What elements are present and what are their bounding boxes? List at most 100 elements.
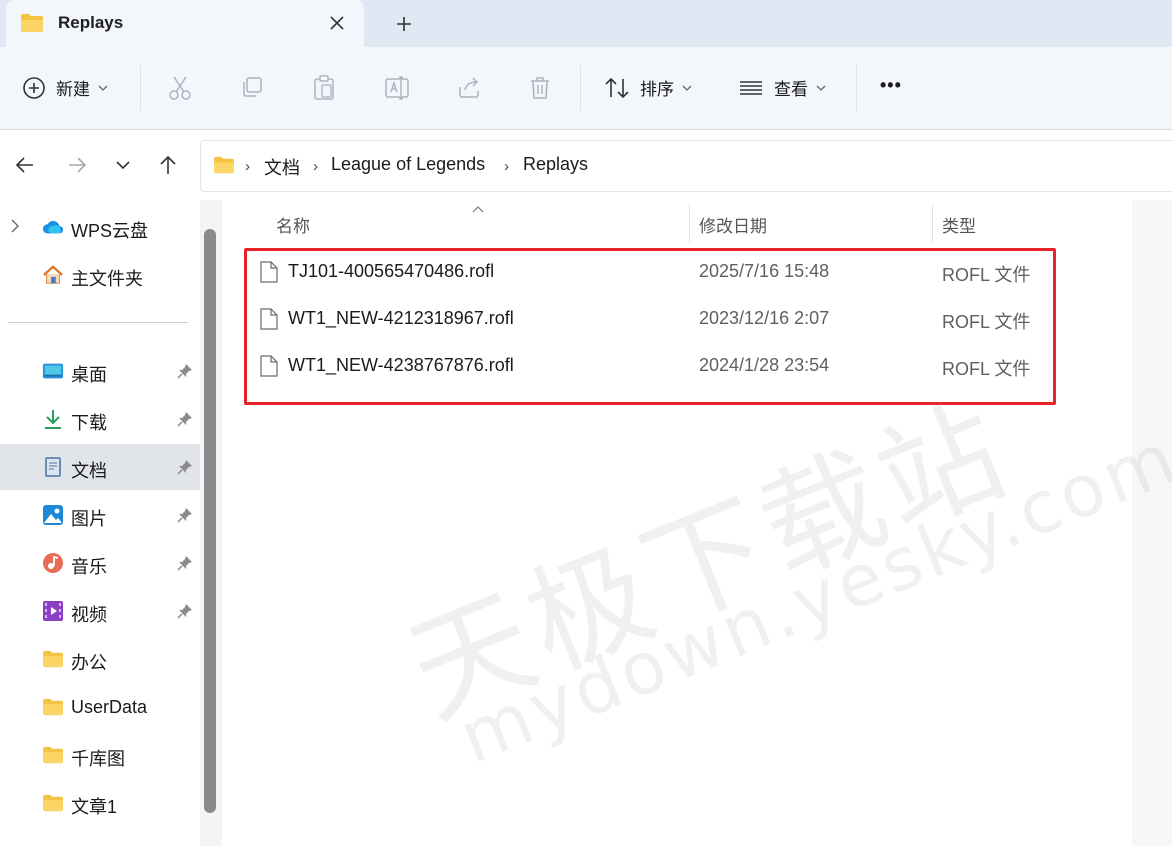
pictures-icon: [42, 504, 64, 526]
toolbar-divider: [580, 65, 581, 111]
sidebar-item-folder[interactable]: 千库图: [0, 732, 200, 778]
cloud-icon: [42, 216, 64, 238]
chevron-right-icon[interactable]: [10, 219, 20, 238]
sidebar-item-label: 下载: [71, 413, 107, 433]
sidebar-item-desktop[interactable]: 桌面: [0, 348, 200, 394]
add-circle-icon: [23, 76, 45, 99]
sidebar-item-label: 桌面: [71, 365, 107, 385]
home-icon: [42, 264, 64, 286]
breadcrumb-chevron-icon[interactable]: ›: [245, 158, 250, 175]
breadcrumb-replays[interactable]: Replays: [523, 154, 588, 175]
folder-icon: [42, 792, 64, 814]
column-header-name[interactable]: 名称: [276, 212, 310, 237]
close-icon: [330, 16, 344, 30]
arrow-up-icon: [160, 155, 176, 174]
paste-button[interactable]: [312, 75, 336, 101]
sidebar-item-label: 文档: [71, 461, 107, 481]
sort-button[interactable]: 排序: [604, 75, 692, 100]
desktop-icon: [42, 360, 64, 382]
column-divider[interactable]: [932, 204, 933, 242]
up-button[interactable]: [153, 150, 183, 180]
breadcrumb-chevron-icon[interactable]: ›: [313, 158, 318, 175]
back-button[interactable]: [10, 150, 40, 180]
navigation-bar: › 文档 › League of Legends › Replays: [0, 130, 1172, 200]
sidebar-item-videos[interactable]: 视频: [0, 588, 200, 634]
close-tab-button[interactable]: [324, 10, 350, 36]
chevron-down-icon: [816, 85, 826, 91]
rename-button[interactable]: [384, 75, 410, 101]
folder-icon: [42, 744, 64, 766]
plus-icon: [397, 17, 411, 31]
sidebar-item-label: 文章1: [71, 797, 118, 817]
column-header-type[interactable]: 类型: [942, 212, 976, 237]
new-label: 新建: [56, 80, 90, 99]
sort-label: 排序: [640, 80, 674, 99]
toolbar-divider: [856, 65, 857, 111]
clipboard-icon: [314, 75, 334, 100]
sidebar-item-music[interactable]: 音乐: [0, 540, 200, 586]
trash-icon: [531, 77, 549, 99]
more-options-button[interactable]: •••: [880, 75, 902, 96]
sidebar-item-home[interactable]: 主文件夹: [0, 252, 200, 298]
folder-icon: [20, 13, 44, 38]
sidebar-scrollbar-thumb[interactable]: [204, 229, 216, 813]
sidebar-item-label: WPS云盘: [71, 221, 149, 241]
sidebar-item-folder[interactable]: 文章1: [0, 780, 200, 826]
tab-replays[interactable]: Replays: [6, 0, 364, 47]
breadcrumb-league-of-legends[interactable]: League of Legends: [331, 154, 485, 175]
more-icon: •••: [880, 75, 902, 95]
pin-icon: [177, 411, 193, 432]
preview-pane-edge: [1132, 200, 1172, 846]
breadcrumb-documents[interactable]: 文档: [264, 154, 300, 180]
pin-icon: [177, 603, 193, 624]
sidebar-item-folder[interactable]: 办公: [0, 636, 200, 682]
highlight-box: [244, 248, 1056, 405]
share-button[interactable]: [456, 75, 482, 99]
forward-button[interactable]: [62, 150, 92, 180]
recent-locations-button[interactable]: [108, 150, 138, 180]
pin-icon: [177, 363, 193, 384]
sidebar-item-label: 音乐: [71, 557, 107, 577]
sort-icon: [605, 77, 629, 98]
chevron-down-icon: [98, 85, 108, 91]
rename-icon: [385, 76, 409, 100]
breadcrumb-chevron-icon[interactable]: ›: [504, 158, 509, 175]
view-button[interactable]: 查看: [738, 75, 826, 100]
view-list-icon: [740, 80, 762, 95]
sidebar-item-documents[interactable]: 文档: [0, 444, 200, 490]
sidebar-item-label: 图片: [71, 509, 107, 529]
copy-button[interactable]: [240, 75, 264, 99]
arrow-left-icon: [15, 157, 33, 173]
view-label: 查看: [774, 80, 808, 99]
share-icon: [459, 77, 479, 98]
folder-icon: [213, 156, 235, 179]
pin-icon: [177, 555, 193, 576]
new-button[interactable]: 新建: [22, 75, 108, 100]
sidebar-item-folder[interactable]: UserData: [0, 684, 200, 730]
folder-icon: [42, 696, 64, 718]
sort-ascending-icon: [472, 200, 484, 218]
videos-icon: [42, 600, 64, 622]
sidebar-item-label: 主文件夹: [71, 269, 143, 289]
pin-icon: [177, 507, 193, 528]
tab-title: Replays: [58, 13, 124, 32]
documents-icon: [42, 456, 64, 478]
sidebar-item-wps-cloud[interactable]: WPS云盘: [0, 204, 200, 250]
chevron-down-icon: [116, 161, 130, 170]
cut-button[interactable]: [168, 75, 192, 101]
column-header-date-modified[interactable]: 修改日期: [699, 212, 767, 237]
sidebar-item-downloads[interactable]: 下载: [0, 396, 200, 442]
address-bar[interactable]: › 文档 › League of Legends › Replays: [200, 140, 1172, 192]
scissors-icon: [169, 76, 191, 100]
new-tab-button[interactable]: [390, 10, 418, 38]
music-icon: [42, 552, 64, 574]
sidebar-item-pictures[interactable]: 图片: [0, 492, 200, 538]
folder-icon: [42, 648, 64, 670]
chevron-down-icon: [682, 85, 692, 91]
column-divider[interactable]: [689, 204, 690, 242]
command-bar: 新建 排序 查看 •••: [0, 47, 1172, 130]
delete-button[interactable]: [528, 75, 552, 101]
arrow-right-icon: [69, 157, 87, 173]
download-icon: [42, 408, 64, 430]
pin-icon: [177, 459, 193, 480]
